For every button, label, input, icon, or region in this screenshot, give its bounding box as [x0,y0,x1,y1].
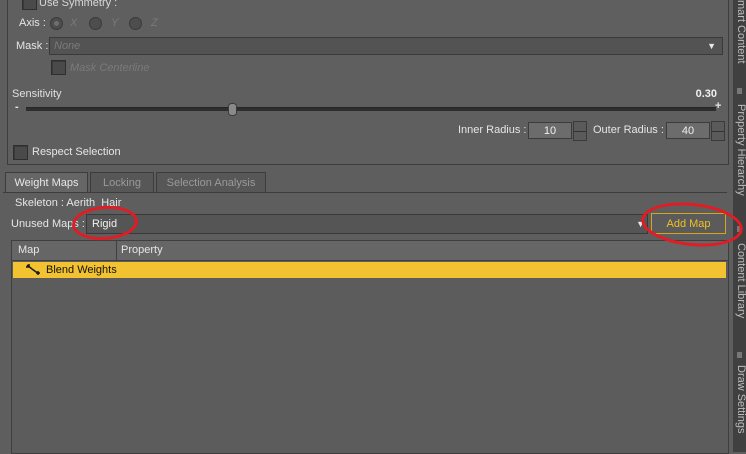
use-symmetry-label: Use Symmetry : [39,0,118,9]
respect-selection-label: Respect Selection [32,146,121,158]
inner-radius-spinner[interactable] [573,121,587,141]
side-tab-smart-content[interactable]: mart Content [733,0,746,78]
axis-label: Axis : [19,17,46,29]
sensitivity-value: 0.30 [695,88,717,100]
side-tab-label: mart Content [735,0,746,64]
slider-plus: + [715,100,722,112]
respect-selection-checkbox[interactable] [13,145,28,160]
tab-selection-analysis[interactable]: Selection Analysis [156,172,266,192]
side-tab-label: Property Hierarchy [735,104,746,196]
inner-radius-field[interactable]: 10 [528,122,572,139]
axis-y-radio[interactable] [89,17,102,30]
side-tab-draw-settings[interactable]: Draw Settings [733,365,746,452]
axis-z-radio[interactable] [129,17,142,30]
axis-z-label: Z [151,17,158,29]
sensitivity-slider-track[interactable] [26,107,716,111]
outer-radius-field[interactable]: 40 [666,122,710,139]
weight-map-table: Map Property Blend Weights [11,240,729,454]
slider-minus: - [15,101,19,113]
side-tab-property-hierarchy[interactable]: Property Hierarchy [733,104,746,214]
tab-marker-icon [737,88,742,94]
mask-label: Mask : [16,40,49,52]
outer-radius-label: Outer Radius : [593,124,664,136]
tab-marker-icon [737,352,742,358]
side-tab-content-library[interactable]: Content Library [733,243,746,343]
outer-radius-spinner[interactable] [711,121,725,141]
tab-locking[interactable]: Locking [90,172,154,192]
annotation-circle-unused-map [70,203,140,243]
column-header-property[interactable]: Property [116,241,163,260]
use-symmetry-checkbox[interactable] [22,0,37,10]
tab-weight-maps[interactable]: Weight Maps [5,172,88,193]
mask-centerline-checkbox[interactable] [51,60,66,75]
column-header-map[interactable]: Map [18,241,39,260]
chevron-down-icon: ▼ [707,41,716,51]
table-row[interactable]: Blend Weights [13,262,726,278]
tab-divider [3,192,727,193]
axis-x-label: X [70,17,78,29]
mask-value: None [54,40,81,52]
mask-centerline-label: Mask Centerline [70,62,150,74]
mask-dropdown[interactable]: None ▼ [49,37,723,55]
sensitivity-slider-handle[interactable] [228,103,237,116]
axis-x-radio[interactable] [50,17,63,30]
axis-y-label: Y [111,17,119,29]
table-header: Map Property [12,241,728,261]
unused-maps-dropdown[interactable]: Rigid ▼ [86,214,648,234]
inner-radius-label: Inner Radius : [458,124,527,136]
bone-weight-icon [26,264,40,275]
side-tab-label: Content Library [735,243,746,319]
tool-options-panel: Use Symmetry : Axis : X Y Z Mask : None … [7,0,729,165]
side-tab-label: Draw Settings [735,365,746,434]
sensitivity-label: Sensitivity [12,88,62,100]
map-name-cell: Blend Weights [46,264,117,276]
